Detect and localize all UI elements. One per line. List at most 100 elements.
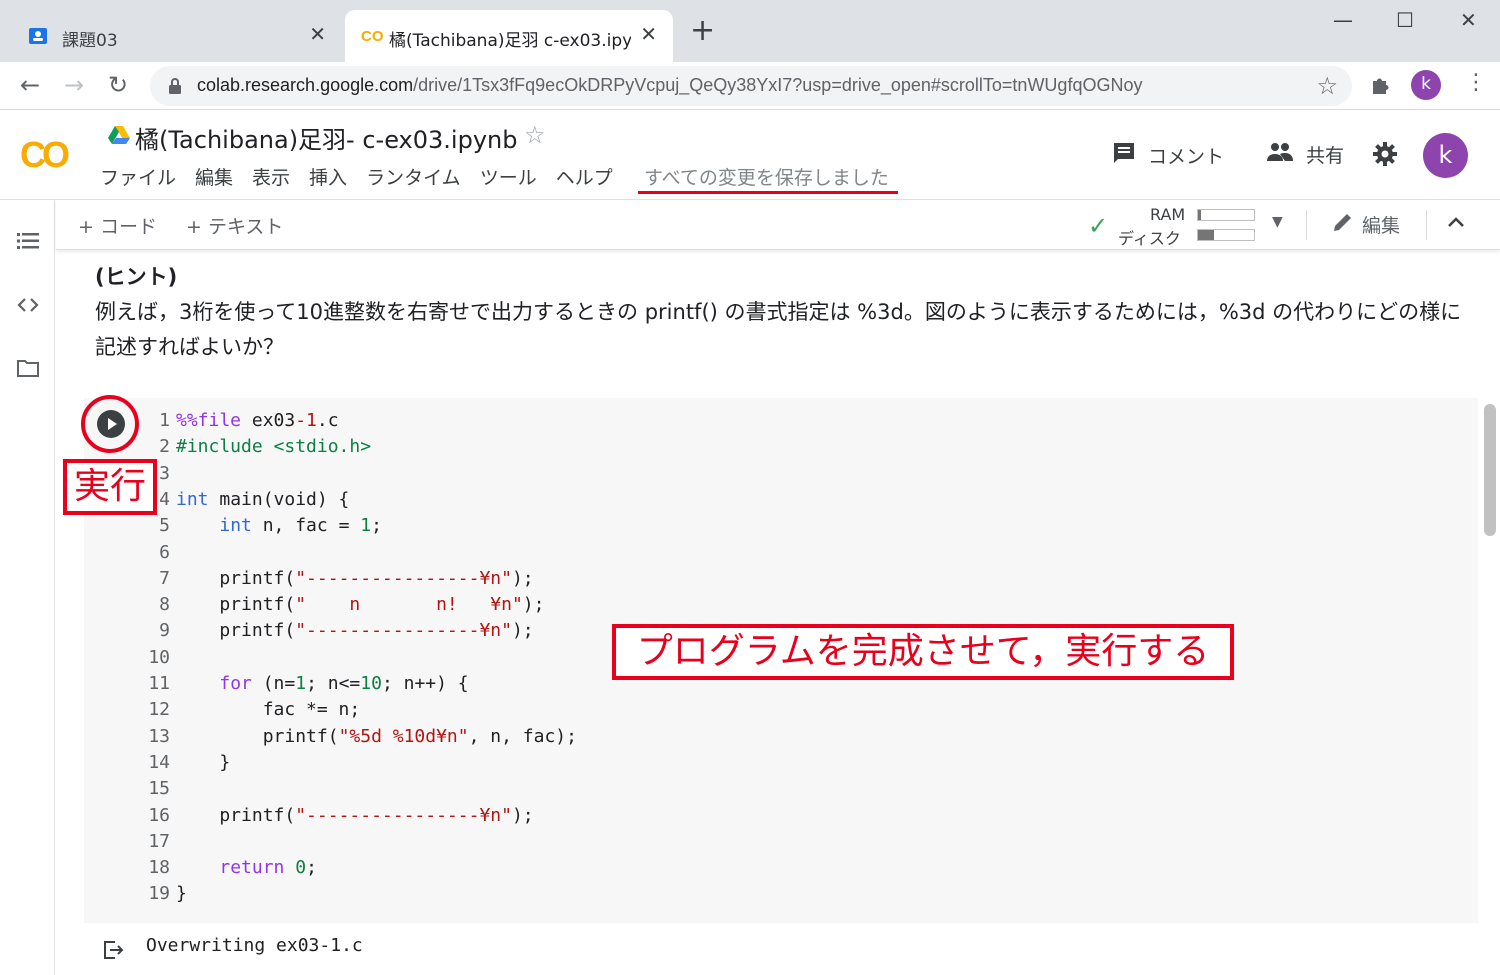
- minimize-button[interactable]: —: [1333, 8, 1353, 32]
- browser-menu-icon[interactable]: ⋮: [1465, 70, 1487, 95]
- save-status-highlight: [638, 191, 898, 194]
- code-token: printf(: [176, 620, 296, 642]
- collapse-header-icon[interactable]: [1446, 210, 1466, 235]
- code-token: .c: [316, 410, 339, 431]
- menu-tools[interactable]: ツール: [480, 163, 537, 190]
- colab-header: CO 橘(Tachibana)足羽- c-ex03.ipynb ☆ ファイル 編…: [0, 111, 1500, 200]
- play-icon[interactable]: [97, 410, 125, 438]
- menu-insert[interactable]: 挿入: [309, 163, 347, 190]
- list-icon[interactable]: [17, 232, 39, 254]
- edit-button[interactable]: 編集: [1332, 211, 1400, 238]
- browser-tab-strip: 課題03 ✕ CO 橘(Tachibana)足羽 c-ex03.ipynb ✕ …: [0, 0, 1500, 62]
- comment-label: コメント: [1148, 146, 1225, 168]
- colab-logo[interactable]: CO: [20, 134, 70, 176]
- tab-close-icon[interactable]: ✕: [309, 22, 326, 46]
- code-token: n, fac =: [251, 515, 361, 537]
- code-line[interactable]: 11 for (n=1; n<=10; n++) {: [140, 673, 468, 699]
- code-line[interactable]: 5 int n, fac = 1;: [140, 515, 382, 541]
- menu-view[interactable]: 表示: [252, 163, 290, 190]
- code-line[interactable]: 3: [140, 463, 308, 489]
- comment-button[interactable]: コメント: [1112, 141, 1224, 170]
- code-token: printf(: [176, 804, 296, 826]
- gear-icon[interactable]: [1372, 141, 1398, 171]
- forward-button[interactable]: →: [64, 71, 84, 99]
- output-arrow-icon[interactable]: [103, 940, 125, 964]
- menu-help[interactable]: ヘルプ: [556, 163, 613, 190]
- code-line[interactable]: 7 printf("----------------¥n");: [140, 568, 534, 594]
- add-text-button[interactable]: + テキスト: [186, 212, 283, 239]
- runtime-dropdown-icon[interactable]: ▼: [1272, 214, 1283, 230]
- url-text[interactable]: colab.research.google.com/drive/1Tsx3fFq…: [197, 75, 1142, 96]
- people-icon: [1266, 142, 1294, 167]
- line-number: 18: [148, 857, 170, 879]
- back-button[interactable]: ←: [20, 71, 40, 99]
- code-line[interactable]: 17: [140, 831, 308, 857]
- new-tab-button[interactable]: +: [690, 16, 715, 46]
- code-token: int: [176, 488, 209, 510]
- code-token: main(void) {: [208, 488, 350, 510]
- star-icon[interactable]: ☆: [524, 121, 546, 149]
- code-token: " n n! ¥n": [295, 594, 523, 616]
- code-line[interactable]: 2 #include <stdio.h>: [140, 436, 371, 462]
- ram-label: RAM: [1150, 205, 1186, 224]
- folder-icon[interactable]: [17, 358, 39, 382]
- browser-toolbar: ← → ↻ colab.research.google.com/drive/1T…: [0, 62, 1500, 110]
- bookmark-star-icon[interactable]: ☆: [1316, 72, 1338, 100]
- ram-usage-bar[interactable]: [1197, 209, 1255, 221]
- code-token: }: [176, 883, 187, 905]
- share-label: 共有: [1306, 145, 1345, 167]
- comment-icon: [1112, 141, 1136, 170]
- code-line[interactable]: 13 printf("%5d %10d¥n", n, fac);: [140, 726, 577, 752]
- share-button[interactable]: 共有: [1266, 141, 1344, 168]
- code-line[interactable]: 19}: [140, 883, 308, 909]
- code-line[interactable]: 8 printf(" n n! ¥n");: [140, 594, 544, 620]
- code-token: );: [511, 804, 534, 826]
- cell-output: Overwriting ex03-1.c: [146, 935, 363, 956]
- reload-button[interactable]: ↻: [108, 71, 128, 99]
- code-line[interactable]: 10: [140, 647, 308, 673]
- maximize-button[interactable]: ☐: [1396, 8, 1414, 32]
- scrollbar[interactable]: [1484, 404, 1496, 536]
- code-token: 10: [360, 673, 382, 694]
- browser-profile-avatar[interactable]: k: [1411, 70, 1441, 100]
- line-number: 16: [148, 804, 170, 826]
- puzzle-icon[interactable]: [1370, 74, 1392, 100]
- menu-runtime[interactable]: ランタイム: [366, 163, 461, 190]
- address-bar[interactable]: colab.research.google.com/drive/1Tsx3fFq…: [150, 66, 1352, 106]
- browser-tab-assignment[interactable]: 課題03 ✕: [12, 10, 342, 62]
- code-line[interactable]: 4 int main(void) {: [140, 488, 349, 515]
- code-line[interactable]: 18 return 0;: [140, 857, 317, 883]
- code-brackets-icon[interactable]: [17, 296, 39, 318]
- left-sidebar: [0, 200, 55, 975]
- code-line[interactable]: 14 }: [140, 752, 308, 778]
- code-line[interactable]: 6: [140, 542, 308, 568]
- code-line[interactable]: 9 printf("----------------¥n");: [140, 620, 534, 646]
- code-token: (n=: [251, 673, 296, 694]
- line-number: 9: [159, 620, 170, 642]
- code-line[interactable]: 12 fac *= n;: [140, 699, 360, 725]
- code-token: ex03: [241, 410, 296, 431]
- tab-title: 課題03: [62, 31, 118, 51]
- disk-usage-bar[interactable]: [1197, 229, 1255, 241]
- code-line[interactable]: 16 printf("----------------¥n");: [140, 804, 533, 831]
- menu-edit[interactable]: 編集: [195, 163, 233, 190]
- tab-close-icon[interactable]: ✕: [640, 22, 657, 46]
- code-line[interactable]: 1 %%file ex03-1.c: [140, 410, 338, 436]
- code-line[interactable]: 15: [140, 778, 308, 804]
- browser-tab-notebook[interactable]: CO 橘(Tachibana)足羽 c-ex03.ipynb ✕: [345, 10, 673, 62]
- line-number: 8: [159, 594, 170, 616]
- window-close-button[interactable]: ✕: [1460, 8, 1477, 32]
- save-status[interactable]: すべての変更を保存しました: [644, 163, 889, 190]
- google-drive-icon[interactable]: [108, 125, 130, 149]
- add-code-button[interactable]: + コード: [78, 212, 157, 239]
- line-number: 14: [148, 751, 170, 773]
- menu-file[interactable]: ファイル: [100, 163, 176, 190]
- notebook-title[interactable]: 橘(Tachibana)足羽- c-ex03.ipynb: [135, 120, 517, 155]
- line-number: 4: [159, 488, 170, 510]
- text-cell[interactable]: (ヒント) 例えば，3桁を使って10進整数を右寄せで出力するときの printf…: [95, 260, 1475, 365]
- user-avatar[interactable]: k: [1423, 133, 1468, 178]
- code-token: ; n<=: [306, 673, 361, 694]
- line-number: 10: [148, 646, 170, 668]
